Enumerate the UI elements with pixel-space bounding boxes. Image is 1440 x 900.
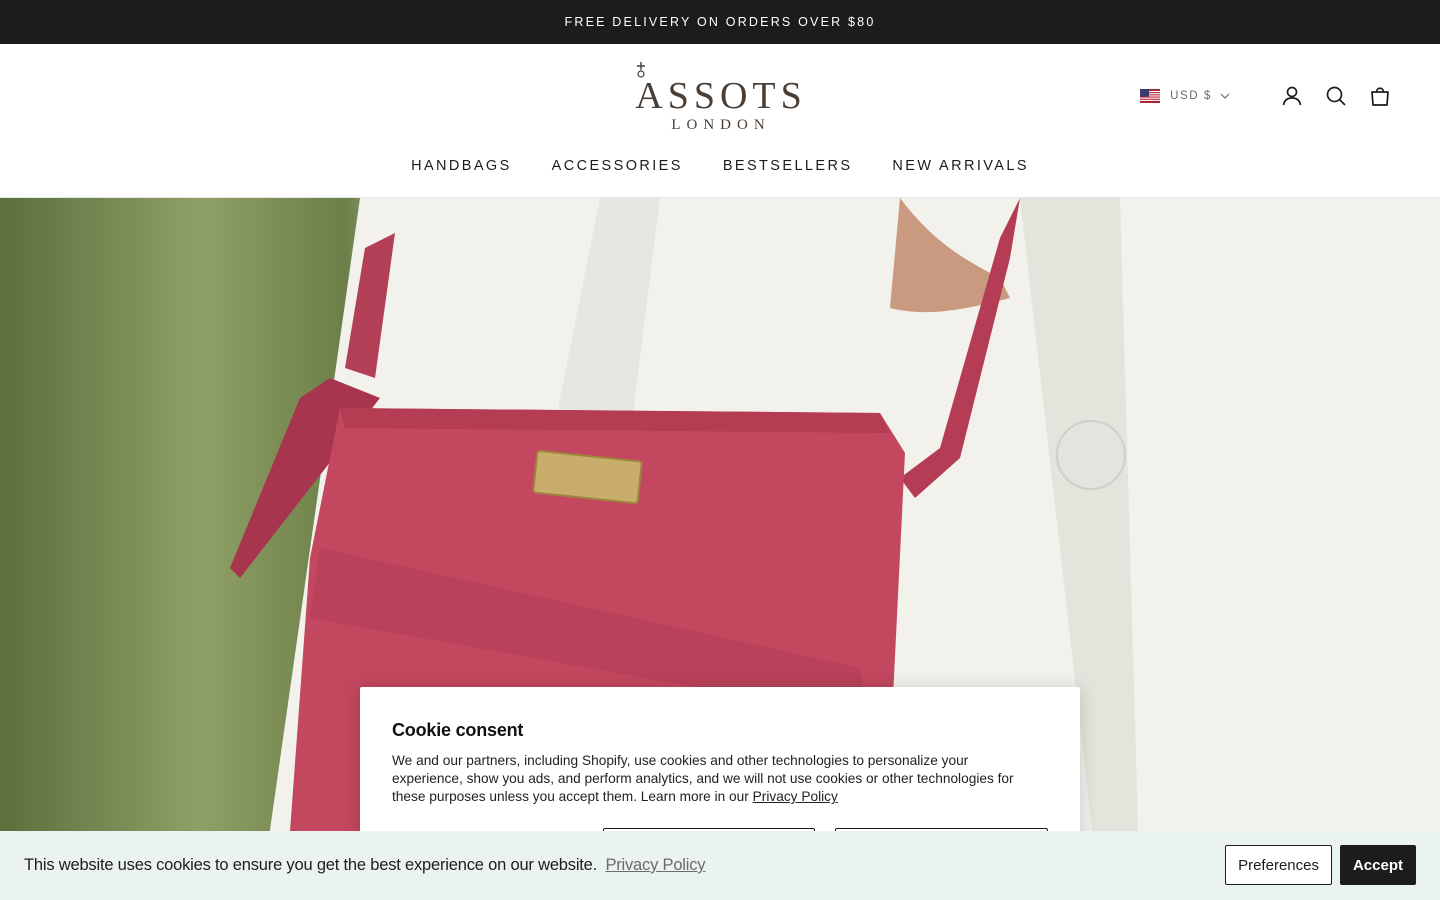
cookie-modal-title: Cookie consent <box>392 720 524 740</box>
nav-item-bestsellers[interactable]: BESTSELLERS <box>723 158 853 174</box>
search-icon[interactable] <box>1324 84 1348 108</box>
announcement-text: FREE DELIVERY ON ORDERS OVER $80 <box>564 15 876 29</box>
cart-icon[interactable] <box>1368 84 1392 108</box>
cookie-banner-actions: Preferences Accept <box>1225 845 1416 885</box>
logo-text: ASSOTS <box>635 75 807 117</box>
currency-selector[interactable]: USD $ <box>1140 89 1230 103</box>
header-tools: USD $ <box>1140 82 1392 110</box>
cookie-banner-text: This website uses cookies to ensure you … <box>24 856 598 874</box>
cookie-modal-text: We and our partners, including Shopify, … <box>392 753 1014 804</box>
preferences-button[interactable]: Preferences <box>1225 845 1332 885</box>
cookie-modal-body: We and our partners, including Shopify, … <box>392 752 1032 806</box>
chevron-down-icon <box>1220 93 1230 99</box>
site-header: ASSOTS LONDON USD $ HANDBAGS ACCESSORIES… <box>0 44 1440 198</box>
accept-button[interactable]: Accept <box>1339 845 1416 885</box>
logo-subtext: LONDON <box>671 117 771 133</box>
account-icon[interactable] <box>1280 84 1304 108</box>
cookie-banner-message: This website uses cookies to ensure you … <box>24 856 706 875</box>
nav-item-accessories[interactable]: ACCESSORIES <box>552 158 683 174</box>
currency-label: USD $ <box>1170 90 1212 102</box>
cookie-banner: This website uses cookies to ensure you … <box>0 831 1440 900</box>
announcement-bar: FREE DELIVERY ON ORDERS OVER $80 <box>0 0 1440 44</box>
cookie-modal-privacy-link[interactable]: Privacy Policy <box>753 789 838 804</box>
nav-item-handbags[interactable]: HANDBAGS <box>411 158 512 174</box>
us-flag-icon <box>1140 89 1161 103</box>
cookie-banner-privacy-link[interactable]: Privacy Policy <box>605 856 705 874</box>
nav-item-new-arrivals[interactable]: NEW ARRIVALS <box>892 158 1029 174</box>
main-nav: HANDBAGS ACCESSORIES BESTSELLERS NEW ARR… <box>0 158 1440 174</box>
